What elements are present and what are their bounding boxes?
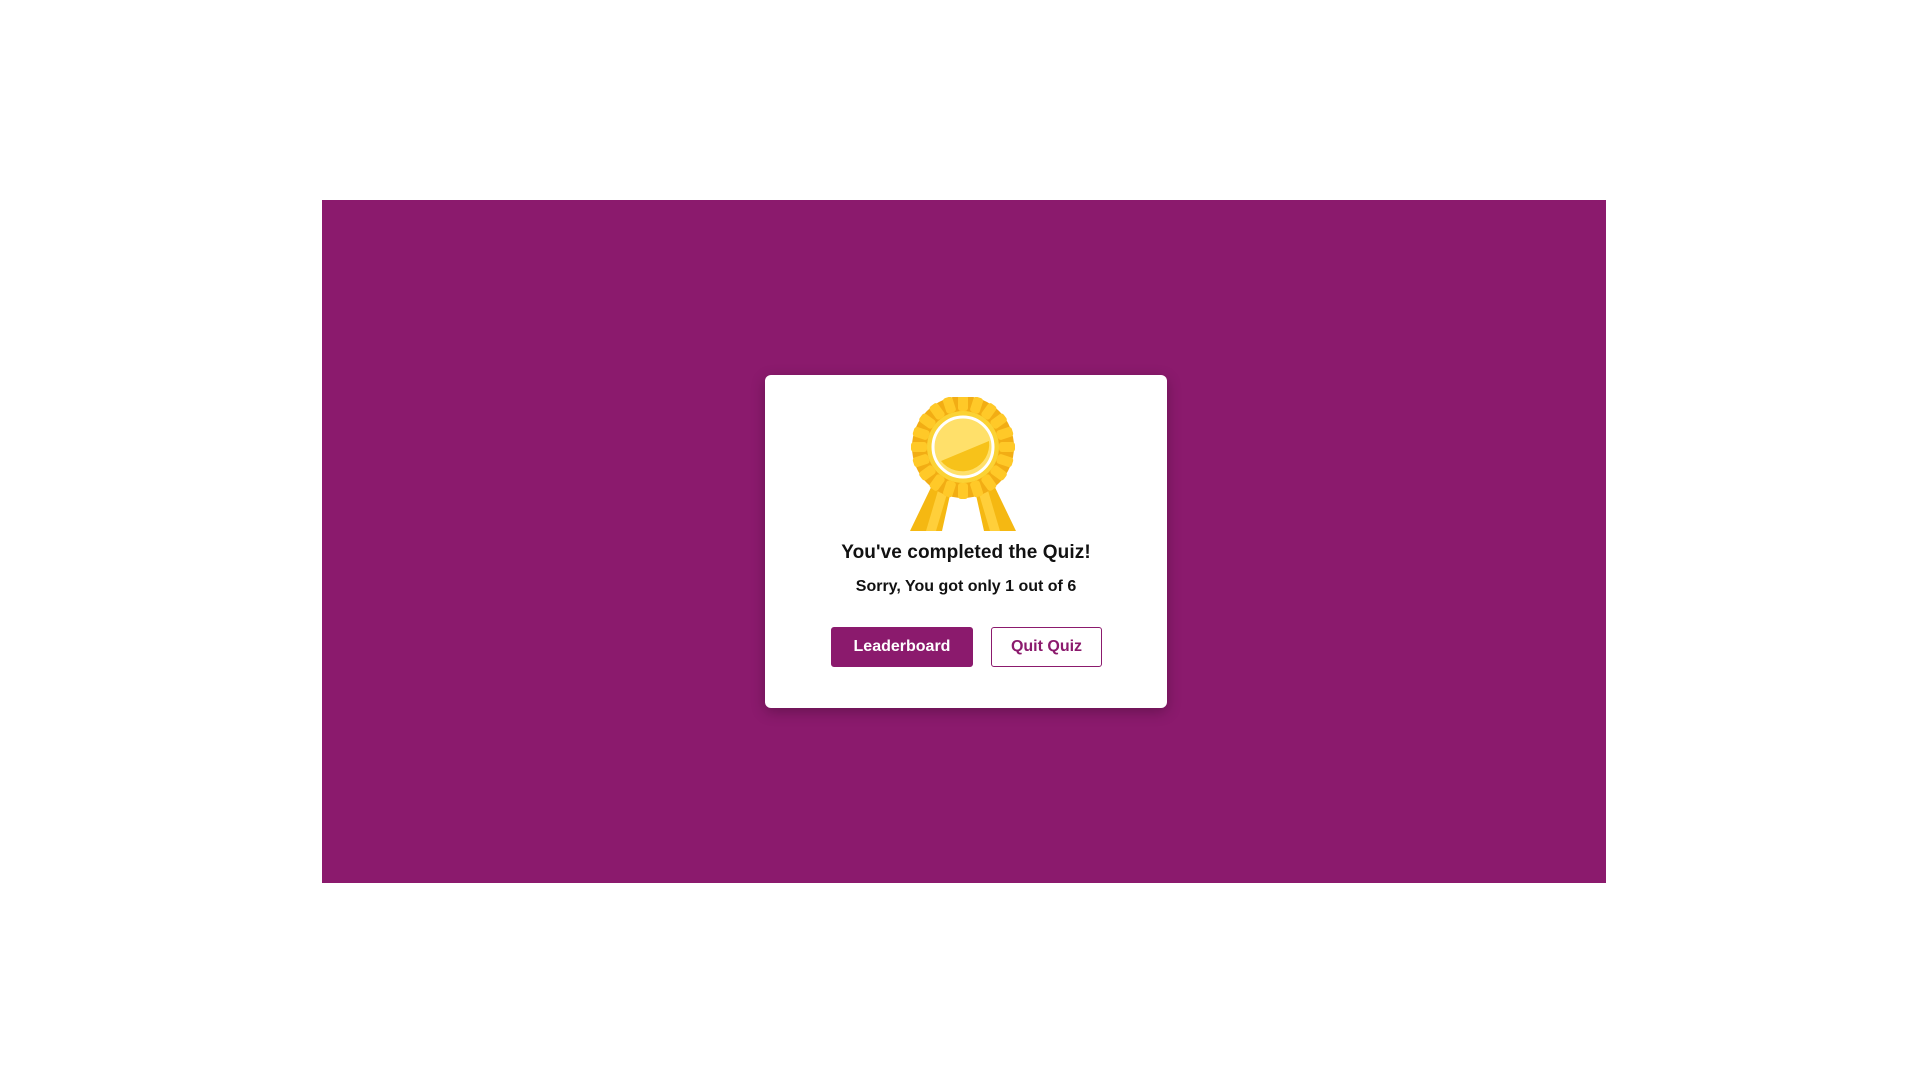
score-correct: 1 [1005, 578, 1015, 595]
award-medal-icon [910, 397, 1016, 531]
score-prefix: Sorry, You got only [855, 578, 1006, 595]
leaderboard-button[interactable]: Leaderboard [831, 627, 973, 667]
quiz-stage: You've completed the Quiz! Sorry, You go… [322, 200, 1606, 883]
quit-quiz-button[interactable]: Quit Quiz [991, 627, 1102, 667]
score-message: Sorry, You got only 1 out of 6 [765, 578, 1167, 596]
score-total: 6 [1067, 578, 1077, 595]
quiz-result-dialog: You've completed the Quiz! Sorry, You go… [765, 375, 1167, 708]
result-title: You've completed the Quiz! [841, 542, 1091, 563]
score-middle: out of [1014, 578, 1068, 595]
